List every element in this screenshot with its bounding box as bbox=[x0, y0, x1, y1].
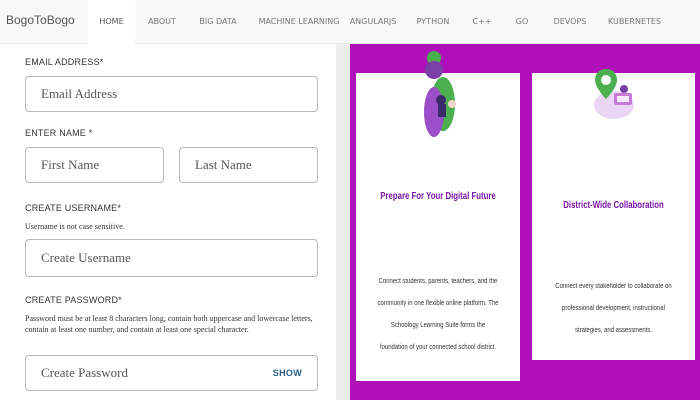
password-field[interactable]: Create Password SHOW bbox=[25, 355, 318, 391]
card-title: Prepare For Your Digital Future bbox=[380, 191, 496, 202]
email-field[interactable]: Email Address bbox=[25, 76, 318, 112]
nav-item-go[interactable]: GO bbox=[512, 0, 532, 44]
last-name-field[interactable]: Last Name bbox=[179, 147, 318, 183]
nav-item-about[interactable]: ABOUT bbox=[140, 0, 184, 44]
card-title: District-Wide Collaboration bbox=[563, 200, 664, 211]
column-divider bbox=[336, 44, 350, 400]
show-password-button[interactable]: SHOW bbox=[273, 356, 302, 390]
username-field[interactable]: Create Username bbox=[25, 239, 318, 277]
username-help-text: Username is not case sensitive. bbox=[25, 222, 125, 231]
password-placeholder: Create Password bbox=[41, 365, 129, 380]
nav-item-big-data[interactable]: BIG DATA bbox=[196, 0, 240, 44]
collaboration-illustration-icon bbox=[594, 69, 634, 119]
site-brand[interactable]: BogoToBogo bbox=[6, 13, 75, 27]
nav-item-python[interactable]: PYTHON bbox=[413, 0, 453, 44]
top-navbar: BogoToBogo HOME ABOUT BIG DATA MACHINE L… bbox=[0, 0, 700, 44]
nav-item-machine-learning[interactable]: MACHINE LEARNING bbox=[255, 0, 343, 44]
password-label: CREATE PASSWORD* bbox=[25, 295, 122, 305]
first-name-field[interactable]: First Name bbox=[25, 147, 164, 183]
email-label: EMAIL ADDRESS* bbox=[25, 57, 104, 67]
name-label: ENTER NAME * bbox=[25, 128, 93, 138]
card-description: Connect every stakeholder to collaborate… bbox=[555, 283, 672, 334]
nav-item-angularjs[interactable]: ANGULARJS bbox=[348, 0, 398, 44]
nav-item-home[interactable]: HOME bbox=[88, 0, 135, 44]
password-help-text: Password must be at least 8 characters l… bbox=[25, 314, 313, 334]
nav-item-devops[interactable]: DEVOPS bbox=[551, 0, 589, 44]
nav-item-cpp[interactable]: C++ bbox=[471, 0, 493, 44]
digital-future-illustration-icon bbox=[424, 51, 456, 137]
card-description: Connect students, parents, teachers, and… bbox=[377, 278, 499, 351]
nav-item-kubernetes[interactable]: KUBERNETES bbox=[608, 0, 661, 44]
username-label: CREATE USERNAME* bbox=[25, 203, 122, 213]
